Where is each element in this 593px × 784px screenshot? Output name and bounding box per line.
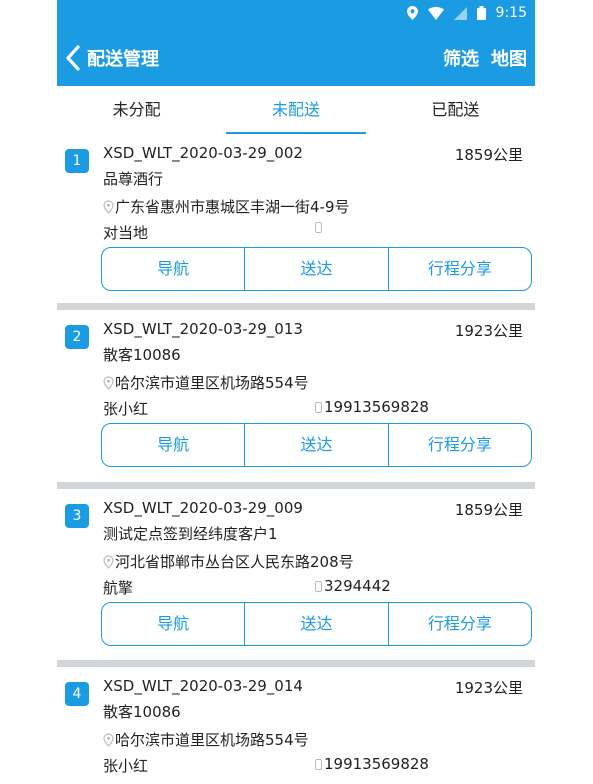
order-address: 哈尔滨市道里区机场路554号 <box>103 372 309 393</box>
order-address: 河北省邯郸市丛台区人民东路208号 <box>103 551 354 572</box>
map-button[interactable]: 地图 <box>491 45 527 71</box>
contact-name: 航擎 <box>103 579 134 597</box>
customer-name: 散客10086 <box>103 703 181 721</box>
navigate-button[interactable]: 导航 <box>102 603 244 645</box>
order-id: XSD_WLT_2020-03-29_009 <box>103 499 303 517</box>
order-id: XSD_WLT_2020-03-29_014 <box>103 677 303 695</box>
battery-icon <box>476 6 486 20</box>
wifi-icon <box>427 6 444 20</box>
phone-icon <box>315 758 322 770</box>
location-icon <box>406 6 418 20</box>
order-address: 哈尔滨市道里区机场路554号 <box>103 729 309 750</box>
contact-name: 张小红 <box>103 400 149 418</box>
phone-number: 19913569828 <box>324 755 429 773</box>
deliver-button[interactable]: 送达 <box>244 603 387 645</box>
order-index-badge: 2 <box>65 325 89 349</box>
location-pin-icon <box>103 199 114 214</box>
signal-icon <box>453 6 467 20</box>
contact-phone <box>315 222 324 233</box>
contact-phone: 19913569828 <box>315 398 429 416</box>
status-time: 9:15 <box>495 5 527 21</box>
filter-button[interactable]: 筛选 <box>443 45 479 71</box>
back-button[interactable] <box>57 30 87 86</box>
customer-name: 品尊酒行 <box>103 170 164 188</box>
location-pin-icon <box>103 732 114 747</box>
status-bar: 9:15 <box>57 0 535 30</box>
card-divider <box>57 660 535 667</box>
order-id: XSD_WLT_2020-03-29_002 <box>103 144 303 162</box>
deliver-button[interactable]: 送达 <box>244 424 387 466</box>
contact-name: 张小红 <box>103 757 149 775</box>
navigate-button[interactable]: 导航 <box>102 424 244 466</box>
address-text: 哈尔滨市道里区机场路554号 <box>115 374 309 392</box>
order-distance: 1859公里 <box>454 501 523 519</box>
order-actions: 导航 送达 行程分享 <box>101 423 532 467</box>
location-pin-icon <box>103 554 114 569</box>
address-text: 河北省邯郸市丛台区人民东路208号 <box>115 553 354 571</box>
order-distance: 1923公里 <box>454 679 523 697</box>
order-actions: 导航 送达 行程分享 <box>101 602 532 646</box>
phone-number: 3294442 <box>324 577 391 595</box>
order-id: XSD_WLT_2020-03-29_013 <box>103 320 303 338</box>
share-trip-button[interactable]: 行程分享 <box>387 603 531 645</box>
phone-icon <box>315 580 322 592</box>
order-card: 4 XSD_WLT_2020-03-29_014 1923公里 散客10086 … <box>57 675 535 784</box>
share-trip-button[interactable]: 行程分享 <box>387 424 531 466</box>
order-card: 2 XSD_WLT_2020-03-29_013 1923公里 散客10086 … <box>57 318 535 473</box>
address-text: 广东省惠州市惠城区丰湖一街4-9号 <box>115 198 350 216</box>
tab-undelivered[interactable]: 未配送 <box>216 86 375 134</box>
tab-delivered[interactable]: 已配送 <box>376 86 535 134</box>
order-distance: 1923公里 <box>454 322 523 340</box>
phone-icon <box>315 222 322 233</box>
app-bar: 配送管理 筛选 地图 <box>57 30 535 86</box>
chevron-left-icon <box>66 45 80 71</box>
location-pin-icon <box>103 375 114 390</box>
order-actions: 导航 送达 行程分享 <box>101 247 532 291</box>
page-title: 配送管理 <box>87 49 159 70</box>
order-index-badge: 1 <box>65 149 89 173</box>
address-text: 哈尔滨市道里区机场路554号 <box>115 731 309 749</box>
contact-phone: 19913569828 <box>315 755 429 773</box>
customer-name: 测试定点签到经纬度客户1 <box>103 525 278 543</box>
customer-name: 散客10086 <box>103 346 181 364</box>
contact-phone: 3294442 <box>315 577 391 595</box>
phone-number: 19913569828 <box>324 398 429 416</box>
navigate-button[interactable]: 导航 <box>102 248 244 290</box>
phone-icon <box>315 401 322 413</box>
contact-name: 对当地 <box>103 224 149 242</box>
tab-bar: 未分配 未配送 已配送 <box>57 86 535 134</box>
order-card: 1 XSD_WLT_2020-03-29_002 1859公里 品尊酒行 广东省… <box>57 142 535 297</box>
order-index-badge: 4 <box>65 682 89 706</box>
card-divider <box>57 482 535 489</box>
order-address: 广东省惠州市惠城区丰湖一街4-9号 <box>103 196 350 217</box>
order-index-badge: 3 <box>65 504 89 528</box>
card-divider <box>57 303 535 310</box>
deliver-button[interactable]: 送达 <box>244 248 387 290</box>
share-trip-button[interactable]: 行程分享 <box>387 248 531 290</box>
order-card: 3 XSD_WLT_2020-03-29_009 1859公里 测试定点签到经纬… <box>57 497 535 652</box>
tab-unassigned[interactable]: 未分配 <box>57 86 216 134</box>
order-distance: 1859公里 <box>454 146 523 164</box>
